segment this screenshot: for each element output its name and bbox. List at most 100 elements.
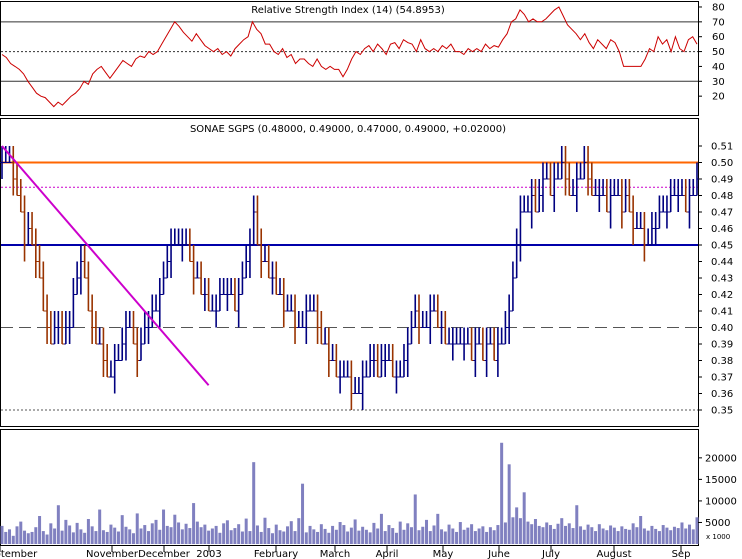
volume-bar bbox=[650, 525, 654, 544]
volume-bar bbox=[113, 527, 117, 544]
volume-bar bbox=[116, 531, 120, 544]
volume-bar bbox=[654, 528, 658, 544]
volume-bar bbox=[38, 516, 42, 544]
x-tick-label: May bbox=[433, 549, 454, 559]
volume-bar bbox=[252, 462, 256, 544]
volume-bar bbox=[406, 523, 410, 544]
volume-bar bbox=[64, 519, 68, 544]
volume-bar bbox=[481, 526, 485, 544]
price-tick-label: 0.37 bbox=[711, 373, 733, 384]
volume-bar bbox=[642, 528, 646, 544]
volume-bar bbox=[620, 526, 624, 544]
price-tick-label: 0.41 bbox=[711, 307, 733, 318]
volume-bar bbox=[518, 518, 522, 544]
volume-bar bbox=[286, 526, 290, 544]
price-tick-label: 0.42 bbox=[711, 290, 733, 301]
volume-bar bbox=[492, 530, 496, 544]
volume-bar bbox=[56, 505, 60, 544]
volume-bar bbox=[545, 522, 549, 544]
volume-bar bbox=[237, 524, 241, 544]
volume-bar bbox=[691, 529, 695, 544]
volume-bar bbox=[203, 524, 207, 544]
volume-bar bbox=[53, 528, 57, 544]
rsi-tick-label: 60 bbox=[712, 32, 725, 43]
volume-bar bbox=[579, 526, 583, 544]
volume-bar bbox=[169, 527, 173, 544]
volume-bar bbox=[657, 531, 661, 544]
volume-bar bbox=[522, 492, 526, 544]
rsi-tick-label: 40 bbox=[712, 62, 725, 73]
volume-bar bbox=[361, 526, 365, 544]
volume-bar bbox=[278, 530, 282, 544]
volume-bar bbox=[150, 523, 154, 544]
x-tick-label: 2003 bbox=[196, 549, 221, 559]
volume-bar bbox=[94, 531, 98, 544]
volume-bar bbox=[323, 528, 327, 544]
volume-bar bbox=[297, 518, 301, 544]
price-tick-label: 0.49 bbox=[711, 175, 733, 186]
volume-bar bbox=[45, 534, 49, 544]
volume-bar bbox=[507, 464, 511, 544]
price-tick-label: 0.45 bbox=[711, 241, 733, 252]
volume-bar bbox=[537, 525, 541, 544]
volume-bar bbox=[609, 525, 613, 544]
volume-bar bbox=[646, 530, 650, 544]
volume-bar bbox=[511, 517, 515, 544]
chart-background bbox=[0, 0, 742, 559]
price-tick-label: 0.40 bbox=[711, 323, 733, 334]
x-tick-label: November bbox=[86, 549, 139, 559]
volume-bar bbox=[319, 524, 323, 544]
volume-bar bbox=[631, 523, 635, 544]
volume-bar bbox=[304, 532, 308, 544]
x-tick-label: July bbox=[541, 549, 560, 559]
volume-bar bbox=[665, 527, 669, 544]
volume-bar bbox=[552, 528, 556, 544]
volume-bar bbox=[353, 519, 357, 544]
volume-bar bbox=[466, 527, 470, 544]
rsi-tick-label: 30 bbox=[712, 77, 725, 88]
rsi-title: Relative Strength Index (14) (54.8953) bbox=[251, 5, 445, 16]
volume-bar bbox=[639, 516, 643, 544]
volume-bar bbox=[567, 523, 571, 544]
volume-bar bbox=[627, 529, 631, 544]
volume-bar bbox=[661, 525, 665, 544]
volume-bar bbox=[101, 530, 105, 544]
x-tick-label: April bbox=[376, 549, 399, 559]
volume-bar bbox=[165, 525, 169, 544]
x-tick-label: June bbox=[487, 549, 510, 559]
volume-bar bbox=[225, 520, 229, 544]
volume-bar bbox=[443, 531, 447, 544]
volume-bar bbox=[684, 528, 688, 544]
volume-bar bbox=[222, 523, 226, 544]
volume-bar bbox=[541, 527, 545, 544]
volume-bar bbox=[233, 528, 237, 544]
volume-bar bbox=[440, 529, 444, 544]
volume-bar bbox=[548, 525, 552, 544]
volume-bar bbox=[154, 519, 158, 544]
volume-bar bbox=[582, 529, 586, 544]
x-tick-label: December bbox=[138, 549, 191, 559]
volume-bar bbox=[301, 483, 305, 544]
volume-bar bbox=[387, 525, 391, 544]
volume-bar bbox=[270, 533, 274, 544]
volume-bar bbox=[571, 528, 575, 544]
volume-bar bbox=[4, 531, 8, 544]
volume-bar bbox=[8, 529, 12, 544]
volume-bar bbox=[0, 525, 4, 544]
volume-tick-label: 5000 bbox=[705, 518, 730, 529]
volume-bar bbox=[586, 524, 590, 544]
volume-bar bbox=[616, 531, 620, 544]
volume-bar bbox=[379, 513, 383, 544]
volume-bar bbox=[312, 529, 316, 544]
volume-bar bbox=[451, 528, 455, 544]
volume-bar bbox=[676, 528, 680, 544]
volume-bar bbox=[364, 529, 368, 544]
volume-bar bbox=[218, 532, 222, 544]
volume-tick-label: 20000 bbox=[705, 453, 737, 464]
volume-bar bbox=[575, 505, 579, 544]
price-tick-label: 0.44 bbox=[711, 257, 733, 268]
price-tick-label: 0.50 bbox=[711, 158, 733, 169]
volume-bar bbox=[255, 525, 259, 544]
volume-bar bbox=[139, 528, 143, 544]
price-tick-label: 0.51 bbox=[711, 142, 733, 153]
